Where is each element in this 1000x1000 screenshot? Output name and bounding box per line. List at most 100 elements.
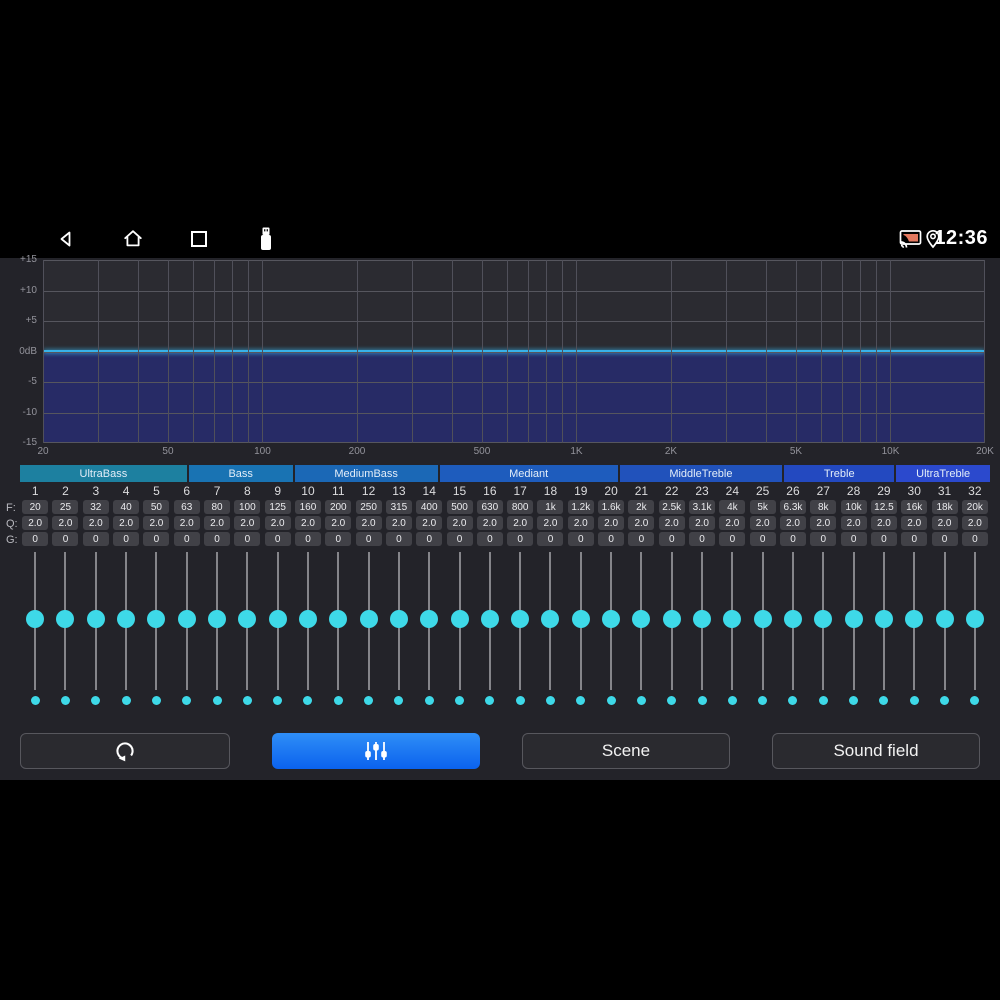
eq-band-column: 23 3.1k 2.0 0 (687, 484, 717, 710)
band-gain-slider[interactable] (293, 550, 323, 710)
x-tick-label: 1K (570, 446, 583, 457)
slider-knob[interactable] (541, 610, 560, 628)
band-gain-slider[interactable] (778, 550, 808, 710)
band-gain-slider[interactable] (566, 550, 596, 710)
slider-knob[interactable] (935, 610, 954, 628)
slider-knob[interactable] (602, 610, 621, 628)
band-gain-slider[interactable] (444, 550, 474, 710)
band-gain-slider[interactable] (626, 550, 656, 710)
slider-knob[interactable] (117, 610, 136, 628)
slider-knob[interactable] (723, 610, 742, 628)
slider-knob[interactable] (329, 610, 348, 628)
slider-knob[interactable] (814, 610, 833, 628)
band-gain-slider[interactable] (505, 550, 535, 710)
slider-knob[interactable] (632, 610, 651, 628)
band-gain-slider[interactable] (535, 550, 565, 710)
recents-icon[interactable] (188, 228, 210, 250)
x-tick-label: 500 (473, 446, 491, 457)
band-gain-slider[interactable] (869, 550, 899, 710)
reset-button[interactable] (20, 733, 230, 769)
band-gain-slider[interactable] (929, 550, 959, 710)
band-number: 22 (665, 484, 679, 498)
slider-knob[interactable] (147, 610, 166, 628)
band-gain-slider[interactable] (263, 550, 293, 710)
scene-button[interactable]: Scene (522, 733, 730, 769)
equalizer-tab-button[interactable] (272, 733, 480, 769)
band-frequency-value: 80 (204, 500, 231, 514)
slider-knob[interactable] (208, 610, 227, 628)
band-frequency-value: 2k (628, 500, 655, 514)
band-gain-slider[interactable] (141, 550, 171, 710)
band-indicator-dot (364, 696, 374, 705)
band-gain-slider[interactable] (414, 550, 444, 710)
band-frequency-value: 160 (294, 500, 321, 514)
slider-knob[interactable] (571, 610, 590, 628)
slider-knob[interactable] (693, 610, 712, 628)
home-icon[interactable] (122, 228, 144, 250)
band-gain-value: 0 (416, 532, 443, 546)
band-gain-slider[interactable] (717, 550, 747, 710)
band-gain-slider[interactable] (899, 550, 929, 710)
band-indicator-dot (242, 696, 252, 705)
slider-knob[interactable] (359, 610, 378, 628)
band-gain-slider[interactable] (111, 550, 141, 710)
band-indicator-dot (151, 696, 161, 705)
band-number: 1 (31, 484, 39, 498)
v-gridline (984, 260, 985, 443)
band-gain-slider[interactable] (20, 550, 50, 710)
band-q-value: 2.0 (779, 516, 806, 530)
band-gain-slider[interactable] (475, 550, 505, 710)
band-gain-slider[interactable] (808, 550, 838, 710)
band-number: 5 (153, 484, 160, 498)
band-frequency-value: 800 (507, 500, 534, 514)
slider-knob[interactable] (662, 610, 681, 628)
band-gain-value: 0 (719, 532, 746, 546)
slider-knob[interactable] (511, 610, 530, 628)
band-gain-slider[interactable] (81, 550, 111, 710)
slider-knob[interactable] (874, 610, 893, 628)
band-gain-slider[interactable] (202, 550, 232, 710)
slider-knob[interactable] (844, 610, 863, 628)
band-gain-slider[interactable] (596, 550, 626, 710)
eq-band-column: 29 12.5 2.0 0 (869, 484, 899, 710)
slider-knob[interactable] (480, 610, 499, 628)
eq-band-column: 1 20 2.0 0 (20, 484, 50, 710)
slider-knob[interactable] (420, 610, 439, 628)
band-indicator-dot (212, 696, 222, 705)
band-gain-slider[interactable] (838, 550, 868, 710)
band-gain-slider[interactable] (748, 550, 778, 710)
band-gain-slider[interactable] (657, 550, 687, 710)
sound-field-button[interactable]: Sound field (772, 733, 980, 769)
band-gain-slider[interactable] (687, 550, 717, 710)
slider-knob[interactable] (177, 610, 196, 628)
slider-knob[interactable] (26, 610, 45, 628)
band-gain-value: 0 (113, 532, 140, 546)
band-gain-slider[interactable] (50, 550, 80, 710)
band-gain-slider[interactable] (384, 550, 414, 710)
band-q-value: 2.0 (931, 516, 958, 530)
band-gain-slider[interactable] (232, 550, 262, 710)
band-gain-slider[interactable] (323, 550, 353, 710)
band-gain-slider[interactable] (960, 550, 990, 710)
slider-knob[interactable] (389, 610, 408, 628)
band-indicator-dot (333, 696, 343, 705)
slider-knob[interactable] (238, 610, 257, 628)
slider-knob[interactable] (965, 610, 984, 628)
eq-band-column: 27 8k 2.0 0 (808, 484, 838, 710)
band-number: 19 (574, 484, 588, 498)
eq-band-column: 28 10k 2.0 0 (838, 484, 868, 710)
slider-knob[interactable] (905, 610, 924, 628)
band-gain-slider[interactable] (172, 550, 202, 710)
slider-knob[interactable] (86, 610, 105, 628)
slider-knob[interactable] (56, 610, 75, 628)
h-gridline (43, 382, 985, 383)
slider-knob[interactable] (268, 610, 287, 628)
slider-knob[interactable] (298, 610, 317, 628)
slider-knob[interactable] (783, 610, 802, 628)
slider-knob[interactable] (450, 610, 469, 628)
slider-knob[interactable] (753, 610, 772, 628)
back-icon[interactable] (55, 228, 77, 250)
y-tick-label: -10 (22, 406, 37, 418)
h-gridline (43, 352, 985, 353)
band-gain-slider[interactable] (353, 550, 383, 710)
